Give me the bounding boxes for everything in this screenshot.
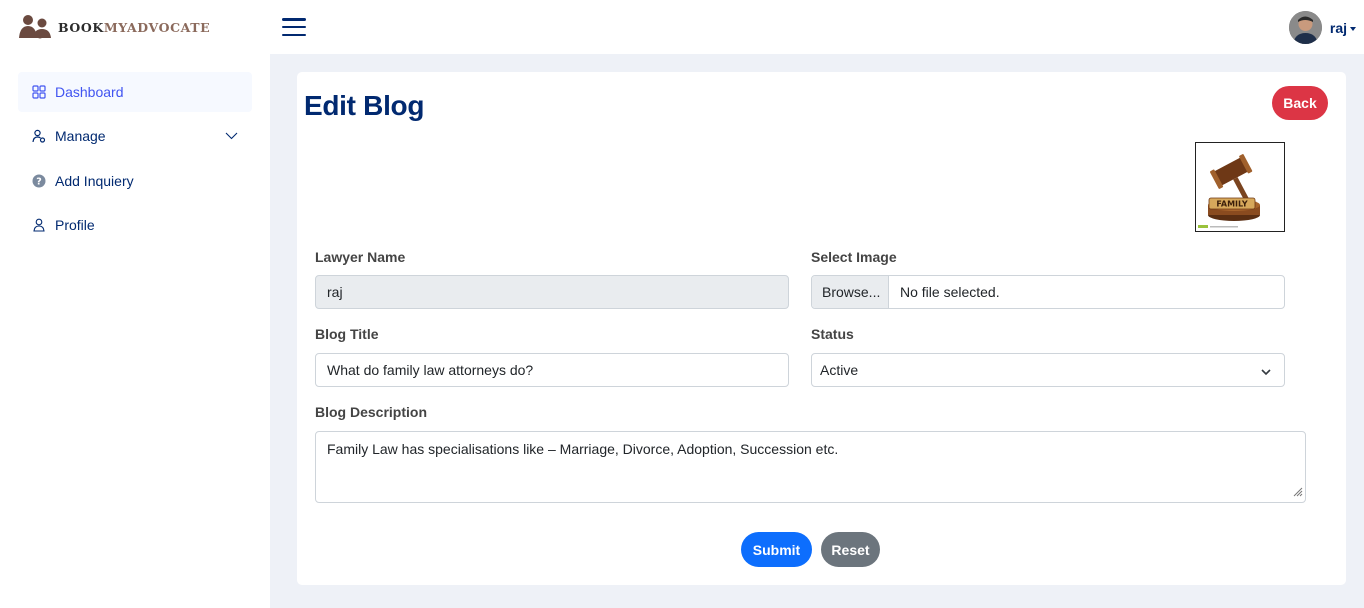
- avatar: [1288, 11, 1322, 44]
- select-image-label: Select Image: [811, 249, 897, 265]
- chevron-down-icon: [1260, 365, 1272, 381]
- lawyer-name-label: Lawyer Name: [315, 249, 406, 265]
- image-file-input[interactable]: Browse... No file selected.: [811, 275, 1285, 309]
- menu-toggle-icon[interactable]: [282, 18, 306, 38]
- resize-handle-icon[interactable]: [1293, 484, 1303, 500]
- browse-button[interactable]: Browse...: [812, 276, 889, 308]
- status-label: Status: [811, 326, 854, 342]
- thumbnail-caption: FAMILY: [1216, 200, 1248, 209]
- sidebar-item-dashboard[interactable]: Dashboard: [18, 72, 252, 112]
- blog-image-thumbnail: FAMILY: [1195, 142, 1285, 232]
- reset-button[interactable]: Reset: [821, 532, 880, 567]
- sidebar-item-label: Dashboard: [55, 84, 124, 100]
- file-status-text: No file selected.: [900, 284, 1000, 300]
- grid-icon: [32, 85, 46, 99]
- brand-logo[interactable]: BOOK MYADVOCATE: [18, 14, 210, 40]
- sidebar-item-label: Profile: [55, 217, 95, 233]
- blog-title-label: Blog Title: [315, 326, 379, 342]
- submit-button[interactable]: Submit: [741, 532, 812, 567]
- back-button[interactable]: Back: [1272, 86, 1328, 120]
- brand-text-myadvocate: MYADVOCATE: [103, 19, 211, 35]
- chevron-down-icon: [225, 129, 238, 145]
- chevron-down-icon: [1350, 26, 1356, 31]
- brand-text-book: BOOK: [58, 19, 104, 35]
- question-circle-icon: ?: [32, 174, 46, 188]
- sidebar-item-profile[interactable]: Profile: [18, 205, 252, 245]
- status-select[interactable]: Active: [811, 353, 1285, 387]
- sidebar: Dashboard Manage ? Add Inquiery Profile: [0, 54, 270, 608]
- status-selected-value: Active: [820, 362, 859, 378]
- sidebar-item-add-inquiery[interactable]: ? Add Inquiery: [18, 161, 252, 201]
- svg-text:?: ?: [36, 177, 42, 188]
- sidebar-item-label: Manage: [55, 128, 106, 144]
- user-gear-icon: [32, 129, 46, 143]
- sidebar-item-label: Add Inquiery: [55, 173, 134, 189]
- lawyer-name-field: raj: [315, 275, 789, 309]
- blog-description-text: Family Law has specialisations like – Ma…: [327, 441, 839, 457]
- person-icon: [32, 218, 46, 232]
- advocate-logo-icon: [18, 14, 58, 40]
- page-title: Edit Blog: [304, 90, 425, 121]
- sidebar-item-manage[interactable]: Manage: [18, 116, 252, 156]
- blog-description-label: Blog Description: [315, 404, 428, 420]
- top-header: BOOK MYADVOCATE raj: [0, 0, 1364, 54]
- edit-blog-card: Edit Blog Back FAMILY Lawyer Name raj Se…: [297, 72, 1346, 585]
- blog-title-input[interactable]: What do family law attorneys do?: [315, 353, 789, 387]
- user-profile-menu[interactable]: raj: [1288, 11, 1356, 44]
- blog-description-textarea[interactable]: Family Law has specialisations like – Ma…: [315, 431, 1306, 503]
- user-name: raj: [1329, 19, 1347, 36]
